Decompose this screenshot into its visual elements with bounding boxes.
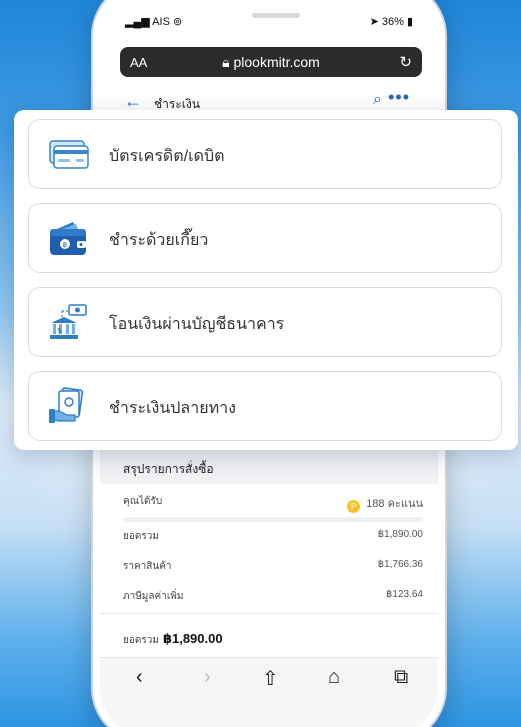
footer-total: ยอดรวม ฿1,890.00: [123, 631, 223, 648]
coin-icon: P: [347, 500, 361, 513]
points-label: คุณได้รับ: [123, 496, 163, 507]
credit-card-icon: [49, 140, 89, 169]
wallet-icon: ฿: [50, 222, 86, 255]
site-url[interactable]: plookmitr.com: [233, 54, 319, 70]
payment-option-cash-on-delivery[interactable]: ชำระเงินปลายทาง: [28, 371, 502, 441]
payment-option-label: ชำระเงินปลายทาง: [109, 400, 236, 417]
location-icon: ➤: [369, 16, 379, 28]
battery-percent: 36%: [381, 16, 404, 28]
back-icon[interactable]: ‹: [136, 666, 143, 689]
bookmarks-icon[interactable]: ⌂: [328, 666, 340, 689]
vat-label: ภาษีมูลค่าเพิ่ม: [123, 591, 184, 602]
payment-method-panel: บัตรเครดิต/เดบิต ฿ ชำระด้วยเกี๊ยว $ โอนเ…: [14, 110, 518, 450]
svg-text:$: $: [57, 326, 62, 335]
tabs-icon[interactable]: ⧉: [394, 666, 408, 689]
product-price-value: ฿1,766.36: [377, 559, 423, 570]
share-icon[interactable]: ⇧: [262, 666, 279, 691]
vat-value: ฿123.64: [386, 589, 423, 600]
payment-option-bank-transfer[interactable]: $ โอนเงินผ่านบัญชีธนาคาร: [28, 287, 502, 357]
signal-icon: ▂▄▆: [125, 16, 150, 28]
wifi-icon: ⊚: [172, 16, 183, 28]
battery-icon: ▮: [406, 16, 413, 28]
footer-total-value: ฿1,890.00: [162, 631, 223, 646]
more-icon[interactable]: •••: [388, 87, 410, 108]
order-summary-title: สรุปรายการสั่งซื้อ: [123, 462, 214, 476]
payment-option-label: ชำระด้วยเกี๊ยว: [109, 232, 209, 249]
payment-option-credit-card[interactable]: บัตรเครดิต/เดบิต: [28, 119, 502, 189]
cash-on-delivery-icon: [49, 387, 84, 423]
back-arrow-icon[interactable]: ←: [124, 91, 142, 112]
product-price-row: ราคาสินค้า ฿1,766.36: [123, 559, 423, 579]
search-icon[interactable]: ⌕: [373, 91, 382, 109]
address-bar[interactable]: AA 🔒︎ plookmitr.com ↻: [120, 47, 422, 77]
footer-total-label: ยอดรวม: [123, 635, 159, 646]
payment-option-label: โอนเงินผ่านบัญชีธนาคาร: [109, 316, 285, 333]
order-summary-header: สรุปรายการสั่งซื้อ: [100, 449, 438, 484]
forward-icon[interactable]: ›: [204, 666, 211, 689]
lock-icon: 🔒︎: [222, 54, 230, 70]
svg-text:฿: ฿: [63, 241, 67, 249]
payment-option-label: บัตรเครดิต/เดบิต: [109, 148, 225, 165]
bank-transfer-icon: $: [50, 304, 87, 339]
divider-bar: [123, 517, 423, 522]
vat-row: ภาษีมูลค่าเพิ่ม ฿123.64: [123, 589, 423, 609]
divider: [100, 613, 438, 614]
points-row: คุณได้รับ P 188 คะแนน: [123, 494, 423, 514]
grand-total-label: ยอดรวม: [123, 531, 159, 542]
points-value: 188 คะแนน: [366, 498, 423, 510]
reload-icon[interactable]: ↻: [399, 53, 412, 71]
payment-option-wallet[interactable]: ฿ ชำระด้วยเกี๊ยว: [28, 203, 502, 273]
grand-total-row: ยอดรวม ฿1,890.00: [123, 529, 423, 549]
status-bar: ▂▄▆ AIS ⊚ ➤ 36% ▮: [100, 11, 438, 33]
browser-toolbar: ‹ › ⇧ ⌂ ⧉: [100, 657, 438, 727]
product-price-label: ราคาสินค้า: [123, 561, 172, 572]
carrier-name: AIS: [152, 16, 170, 28]
grand-total-value: ฿1,890.00: [377, 529, 423, 540]
